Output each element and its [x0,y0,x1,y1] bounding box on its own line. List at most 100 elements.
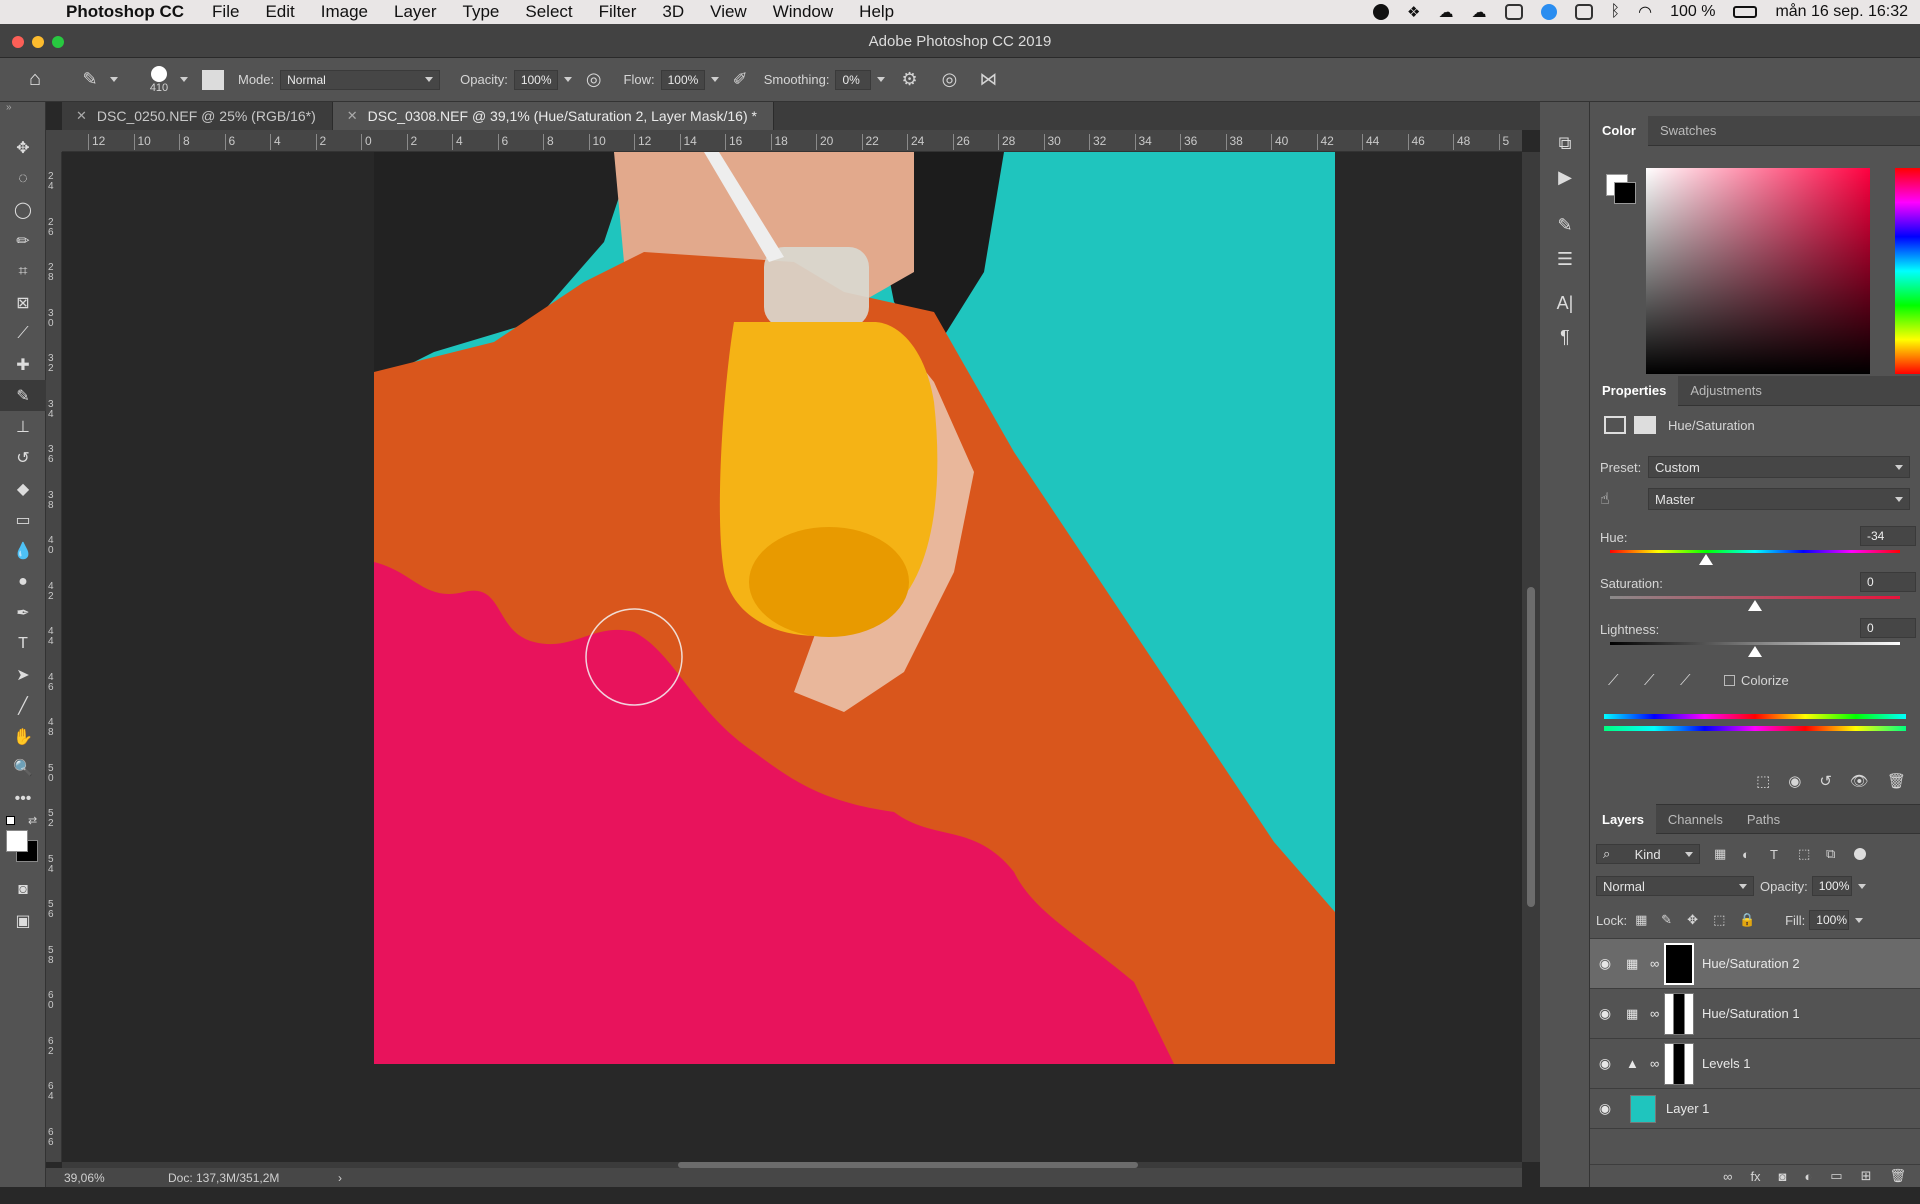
menu-view[interactable]: View [710,2,747,22]
clone-stamp-tool-icon[interactable]: ⊥ [0,411,46,442]
layer-name[interactable]: Hue/Saturation 2 [1702,956,1800,971]
lightness-slider[interactable] [1610,642,1900,645]
hue-strip[interactable] [1895,168,1920,374]
add-mask-icon[interactable]: ◙ [1779,1169,1787,1184]
default-colors-icon[interactable] [6,816,15,825]
mask-icon[interactable] [1634,416,1656,434]
filter-smart-object-icon[interactable]: ⧉ [1826,846,1854,862]
layer-row[interactable]: ◉ ▲ ∞ Levels 1 [1590,1039,1920,1089]
eyedropper-minus-icon[interactable]: ⟋ [1680,672,1716,689]
horizontal-ruler[interactable]: 12 10 8 6 4 2 0 2 4 6 8 10 12 14 16 18 20 22 24 26 28 30 32 34 3… [62,130,1522,152]
creative-cloud-icon[interactable]: ☁ [1439,3,1454,21]
new-group-icon[interactable]: ▭ [1830,1168,1842,1184]
screen-mode-icon[interactable]: ▣ [0,905,46,936]
battery-icon[interactable] [1733,6,1758,18]
saturation-slider[interactable] [1610,596,1900,599]
layer-row[interactable]: ◉ ▦ ∞ Hue/Saturation 2 [1590,939,1920,989]
layer-name[interactable]: Levels 1 [1702,1056,1750,1071]
eye-icon[interactable]: ◉ [1590,1055,1620,1072]
tab-color[interactable]: Color [1590,115,1648,146]
flow-dropdown[interactable] [710,77,719,82]
eyedropper-tool-icon[interactable]: ⟋ [0,318,46,349]
blend-mode-select[interactable]: Normal [1596,876,1754,896]
tab-properties[interactable]: Properties [1590,375,1679,406]
filter-pixel-icon[interactable]: ▦ [1714,846,1742,862]
hue-slider[interactable] [1610,550,1900,553]
tab-dsc-0250[interactable]: ✕ DSC_0250.NEF @ 25% (RGB/16*) [62,102,333,130]
colorize-checkbox[interactable] [1724,675,1735,686]
link-icon[interactable]: ∞ [1650,956,1664,971]
menu-window[interactable]: Window [773,2,833,22]
tool-preset-dropdown[interactable] [110,77,118,82]
dodge-tool-icon[interactable]: ● [0,566,46,597]
lock-transparency-icon[interactable]: ▦ [1635,912,1661,928]
visibility-icon[interactable]: 👁 [1850,772,1869,790]
brush-settings-icon[interactable] [202,69,224,90]
filter-shape-icon[interactable]: ⬚ [1798,846,1826,862]
character-icon[interactable]: A| [1540,286,1590,320]
adjustment-icon[interactable] [1604,416,1626,434]
fx-icon[interactable]: fx [1750,1169,1760,1184]
record-icon[interactable] [1373,4,1390,20]
dropbox-icon[interactable]: ❖ [1407,3,1420,21]
paragraph-icon[interactable]: ¶ [1540,320,1590,354]
foreground-color-swatch[interactable] [6,830,28,852]
layer-filter-select[interactable]: ⌕ Kind [1596,844,1700,864]
brush-tool-icon[interactable]: ✎ [0,380,46,411]
tab-adjustments[interactable]: Adjustments [1678,376,1774,406]
actions-play-icon[interactable]: ▶ [1540,160,1590,194]
lightness-input[interactable]: 0 [1860,618,1916,638]
layer-row[interactable]: ◉ Layer 1 [1590,1089,1920,1129]
menu-type[interactable]: Type [463,2,500,22]
delete-layer-icon[interactable]: 🗑 [1889,1168,1906,1184]
tab-dsc-0308[interactable]: ✕ DSC_0308.NEF @ 39,1% (Hue/Saturation 2… [332,102,774,130]
menu-edit[interactable]: Edit [265,2,294,22]
background-color-chip[interactable] [1614,182,1636,204]
link-icon[interactable]: ∞ [1650,1056,1664,1071]
history-brush-tool-icon[interactable]: ↺ [0,442,46,473]
brush-picker-dropdown[interactable] [180,77,188,82]
lock-position-icon[interactable]: ✥ [1687,912,1713,928]
delete-adjustment-icon[interactable]: 🗑 [1887,772,1906,790]
saturation-input[interactable]: 0 [1860,572,1916,592]
wifi-icon[interactable]: ◠ [1638,2,1652,22]
menu-3d[interactable]: 3D [662,2,684,22]
status-menu-arrow-icon[interactable]: › [338,1171,342,1185]
layer-mask-thumbnail[interactable] [1664,942,1694,985]
bluetooth-icon[interactable]: ᛒ [1611,3,1621,21]
eye-icon[interactable]: ◉ [1590,1100,1620,1117]
adjustment-sliders-icon[interactable]: ☰ [1540,242,1590,276]
hue-slider-thumb[interactable] [1698,554,1713,565]
type-tool-icon[interactable]: T [0,628,46,659]
symmetry-butterfly-icon[interactable]: ⋈ [979,69,997,90]
layer-name[interactable]: Layer 1 [1666,1101,1709,1116]
hand-tool-icon[interactable]: ✋ [0,721,46,752]
lock-all-icon[interactable]: 🔒 [1739,912,1765,928]
fill-dropdown[interactable] [1855,917,1864,923]
eyedropper-plus-icon[interactable]: ⟋ [1644,672,1680,689]
link-icon[interactable]: ∞ [1650,1006,1664,1021]
reset-icon[interactable]: ↺ [1819,772,1832,790]
sync-icon[interactable] [1540,4,1557,20]
link-layers-icon[interactable]: ∞ [1723,1169,1732,1184]
channel-select[interactable]: Master [1648,488,1910,510]
zoom-level[interactable]: 39,06% [64,1171,168,1185]
opacity-input[interactable]: 100% [513,69,558,90]
menu-layer[interactable]: Layer [394,2,437,22]
saturation-slider-thumb[interactable] [1748,600,1762,611]
hue-input[interactable]: -34 [1860,526,1916,546]
clip-to-layer-icon[interactable]: ⬚ [1756,772,1770,790]
tab-layers[interactable]: Layers [1590,804,1656,834]
more-tools-icon[interactable]: ••• [0,783,46,814]
layer-opacity-dropdown[interactable] [1857,883,1866,889]
clock-text[interactable]: mån 16 sep. 16:32 [1775,3,1908,21]
tab-swatches[interactable]: Swatches [1648,116,1728,146]
gradient-tool-icon[interactable]: ▭ [0,504,46,535]
brush-tool-preset-icon[interactable]: ✎ [70,69,110,90]
smoothing-gear-icon[interactable]: ⚙ [901,69,917,90]
menu-file[interactable]: File [212,2,239,22]
color-field[interactable] [1646,168,1870,374]
layer-thumbnail[interactable] [1630,1094,1656,1123]
menu-select[interactable]: Select [525,2,572,22]
filter-adjustment-icon[interactable]: ◐ [1742,847,1770,862]
